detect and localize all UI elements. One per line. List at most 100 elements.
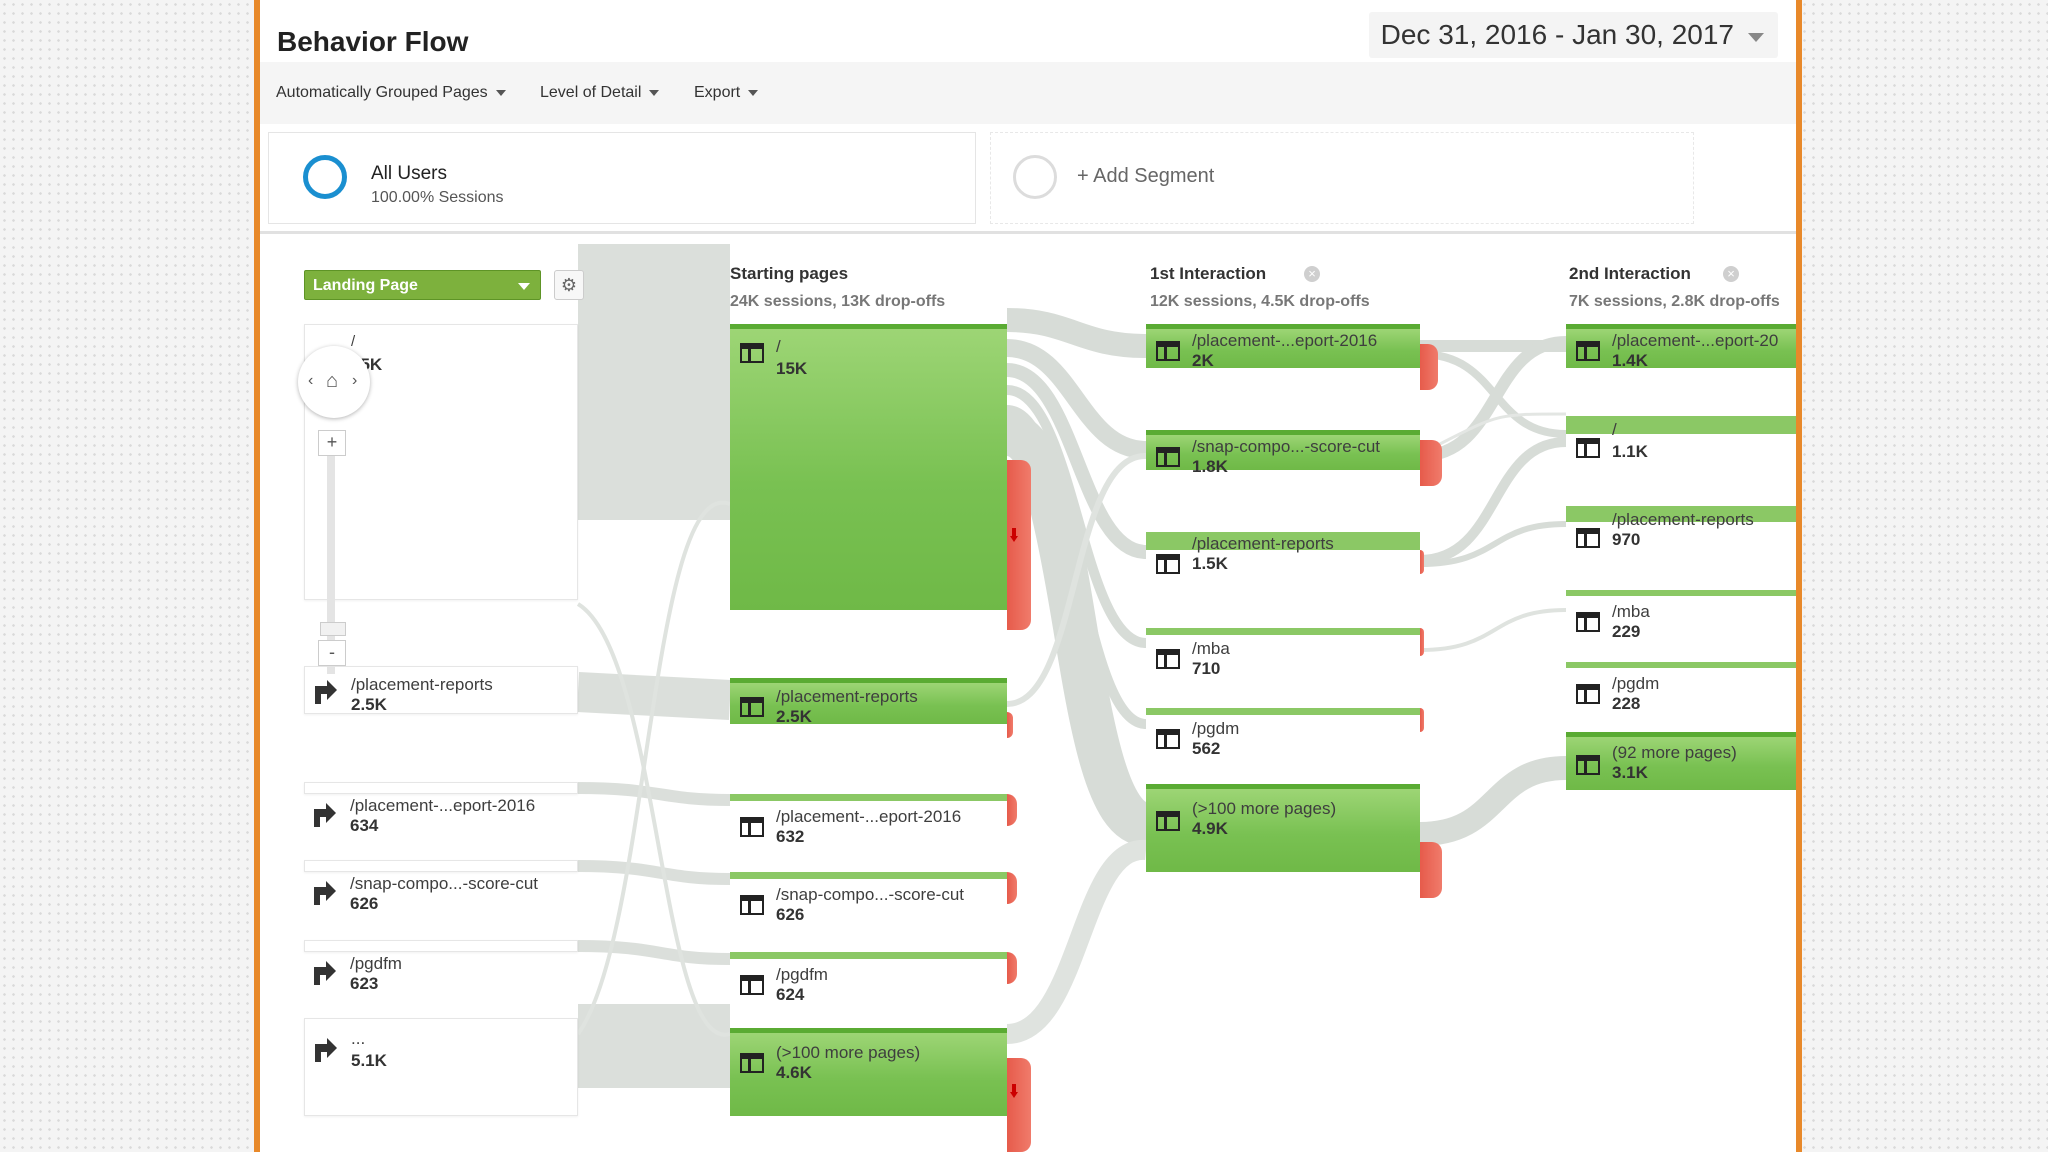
node-label: / bbox=[1612, 420, 1617, 439]
grouped-pages-label: Automatically Grouped Pages bbox=[276, 84, 488, 101]
landing-page-dropdown[interactable]: Landing Page bbox=[304, 270, 541, 300]
zoom-out-button[interactable]: - bbox=[318, 640, 346, 666]
settings-button[interactable]: ⚙ bbox=[554, 270, 584, 300]
column-summary: 12K sessions, 4.5K drop-offs bbox=[1150, 293, 1370, 310]
landing-node[interactable]: ... 5.1K bbox=[304, 1018, 578, 1116]
zoom-in-button[interactable]: + bbox=[318, 430, 346, 456]
dropoff-bar[interactable] bbox=[1007, 460, 1031, 630]
flow-landing-to-start bbox=[577, 860, 731, 885]
home-icon[interactable]: ⌂ bbox=[326, 370, 338, 393]
zoom-slider-handle[interactable] bbox=[320, 622, 346, 636]
dropoff-bar[interactable] bbox=[1007, 952, 1017, 984]
column-header-starting: Starting pages 24K sessions, 13K drop-of… bbox=[730, 264, 945, 311]
first-interaction-node[interactable]: /placement-...eport-2016 2K bbox=[1146, 324, 1420, 370]
landing-node-bar[interactable] bbox=[304, 940, 578, 952]
node-label: /placement-...eport-2016 bbox=[350, 796, 536, 815]
first-interaction-node[interactable]: /mba 710 bbox=[1146, 628, 1420, 678]
pan-left-icon[interactable]: ‹ bbox=[308, 372, 313, 390]
entrance-arrow-icon bbox=[313, 680, 337, 704]
second-interaction-node[interactable]: /placement-...eport-20 1.4K bbox=[1566, 324, 1796, 370]
second-interaction-node[interactable]: /pgdm 228 bbox=[1566, 662, 1796, 713]
dropoff-bar[interactable] bbox=[1420, 440, 1442, 486]
second-interaction-node[interactable]: (92 more pages) 3.1K bbox=[1566, 732, 1796, 790]
landing-node[interactable]: /placement-...eport-2016 634 bbox=[304, 794, 578, 844]
node-label: (>100 more pages) bbox=[776, 1043, 921, 1062]
dropoff-bar[interactable] bbox=[1007, 1058, 1031, 1152]
landing-node[interactable]: /placement-reports 2.5K bbox=[304, 666, 578, 714]
remove-column-icon[interactable]: × bbox=[1304, 266, 1320, 282]
page-icon bbox=[1156, 811, 1180, 831]
entrance-arrow-icon bbox=[313, 1038, 337, 1062]
grouped-pages-dropdown[interactable]: Automatically Grouped Pages bbox=[276, 84, 506, 102]
second-interaction-node[interactable]: / 1.1K bbox=[1566, 416, 1796, 466]
node-value: 634 bbox=[350, 816, 379, 835]
starting-node[interactable]: /snap-compo...-score-cut 626 bbox=[730, 872, 1007, 924]
landing-page-label: Landing Page bbox=[313, 277, 418, 294]
pan-right-icon[interactable]: › bbox=[352, 372, 357, 390]
node-value: 2.5K bbox=[776, 707, 812, 726]
dropoff-bar[interactable] bbox=[1420, 550, 1424, 574]
flow-landing-to-start bbox=[577, 782, 731, 806]
node-label: /placement-reports bbox=[776, 687, 918, 706]
zoom-slider-track[interactable] bbox=[327, 434, 335, 674]
flow-start-to-first bbox=[1006, 308, 1147, 358]
dropoff-bar[interactable] bbox=[1420, 344, 1438, 390]
flow-visualization: Landing Page ⚙ Starting pages 24K sessio… bbox=[260, 234, 1796, 1152]
segment-all-users[interactable]: All Users 100.00% Sessions bbox=[268, 132, 976, 224]
node-label: / bbox=[776, 337, 781, 356]
dropoff-bar[interactable] bbox=[1007, 712, 1013, 738]
node-label: /snap-compo...-score-cut bbox=[776, 885, 965, 904]
caret-down-icon bbox=[495, 89, 506, 96]
add-segment-box[interactable]: + Add Segment bbox=[990, 132, 1694, 224]
dropoff-bar[interactable] bbox=[1007, 794, 1017, 826]
add-segment-button[interactable]: + Add Segment bbox=[1077, 165, 1214, 188]
node-value: 228 bbox=[1612, 694, 1641, 713]
pan-control[interactable]: ‹ ⌂ › bbox=[298, 346, 370, 418]
date-range-picker[interactable]: Dec 31, 2016 - Jan 30, 2017 bbox=[1368, 12, 1778, 58]
first-interaction-node[interactable]: /snap-compo...-score-cut 1.8K bbox=[1146, 430, 1420, 476]
export-label: Export bbox=[694, 84, 741, 101]
page-icon bbox=[1576, 438, 1600, 458]
export-dropdown[interactable]: Export bbox=[694, 84, 759, 102]
segment-ring-icon bbox=[303, 155, 347, 199]
column-summary: 24K sessions, 13K drop-offs bbox=[730, 293, 946, 310]
dropoff-bar[interactable] bbox=[1420, 628, 1424, 656]
starting-node[interactable]: /pgdfm 624 bbox=[730, 952, 1007, 1004]
chevron-down-icon bbox=[1748, 33, 1764, 42]
first-interaction-node[interactable]: /placement-reports 1.5K bbox=[1146, 532, 1420, 582]
page-title: Behavior Flow bbox=[277, 26, 469, 57]
starting-node[interactable]: (>100 more pages) 4.6K bbox=[730, 1028, 1007, 1116]
second-interaction-node[interactable]: /placement-reports 970 bbox=[1566, 506, 1796, 556]
page-icon bbox=[740, 895, 764, 915]
dropoff-bar[interactable] bbox=[1007, 872, 1017, 904]
node-value: 2.5K bbox=[351, 695, 387, 714]
landing-node-bar[interactable] bbox=[304, 782, 578, 794]
remove-column-icon[interactable]: × bbox=[1723, 266, 1739, 282]
starting-node[interactable]: /placement-...eport-2016 632 bbox=[730, 794, 1007, 846]
entrance-arrow-icon bbox=[312, 803, 336, 827]
page-icon bbox=[1156, 447, 1180, 467]
entrance-arrow-icon bbox=[312, 881, 336, 905]
column-summary: 7K sessions, 2.8K drop-offs bbox=[1569, 293, 1780, 310]
first-interaction-node[interactable]: /pgdm 562 bbox=[1146, 708, 1420, 758]
first-interaction-node[interactable]: (>100 more pages) 4.9K bbox=[1146, 784, 1420, 872]
level-of-detail-dropdown[interactable]: Level of Detail bbox=[540, 84, 660, 102]
starting-node[interactable]: /placement-reports 2.5K bbox=[730, 678, 1007, 726]
dropoff-bar[interactable] bbox=[1420, 842, 1442, 898]
node-label: /placement-reports bbox=[351, 675, 493, 694]
node-label: /pgdfm bbox=[350, 954, 402, 973]
node-label: /placement-reports bbox=[1612, 510, 1754, 529]
landing-node-bar[interactable] bbox=[304, 860, 578, 872]
node-value: 623 bbox=[350, 974, 379, 993]
landing-node[interactable]: /snap-compo...-score-cut 626 bbox=[304, 872, 578, 922]
node-label: /pgdm bbox=[1192, 719, 1240, 738]
starting-node[interactable]: / 15K bbox=[730, 324, 1007, 610]
second-interaction-node[interactable]: /mba 229 bbox=[1566, 590, 1796, 641]
node-value: 3.1K bbox=[1612, 763, 1648, 782]
dropoff-bar[interactable] bbox=[1420, 708, 1424, 732]
node-value: 624 bbox=[776, 985, 805, 1004]
entrance-arrow-icon bbox=[312, 961, 336, 985]
landing-node[interactable]: /pgdfm 623 bbox=[304, 952, 578, 1002]
node-label: /pgdfm bbox=[776, 965, 828, 984]
page-icon bbox=[1576, 341, 1600, 361]
